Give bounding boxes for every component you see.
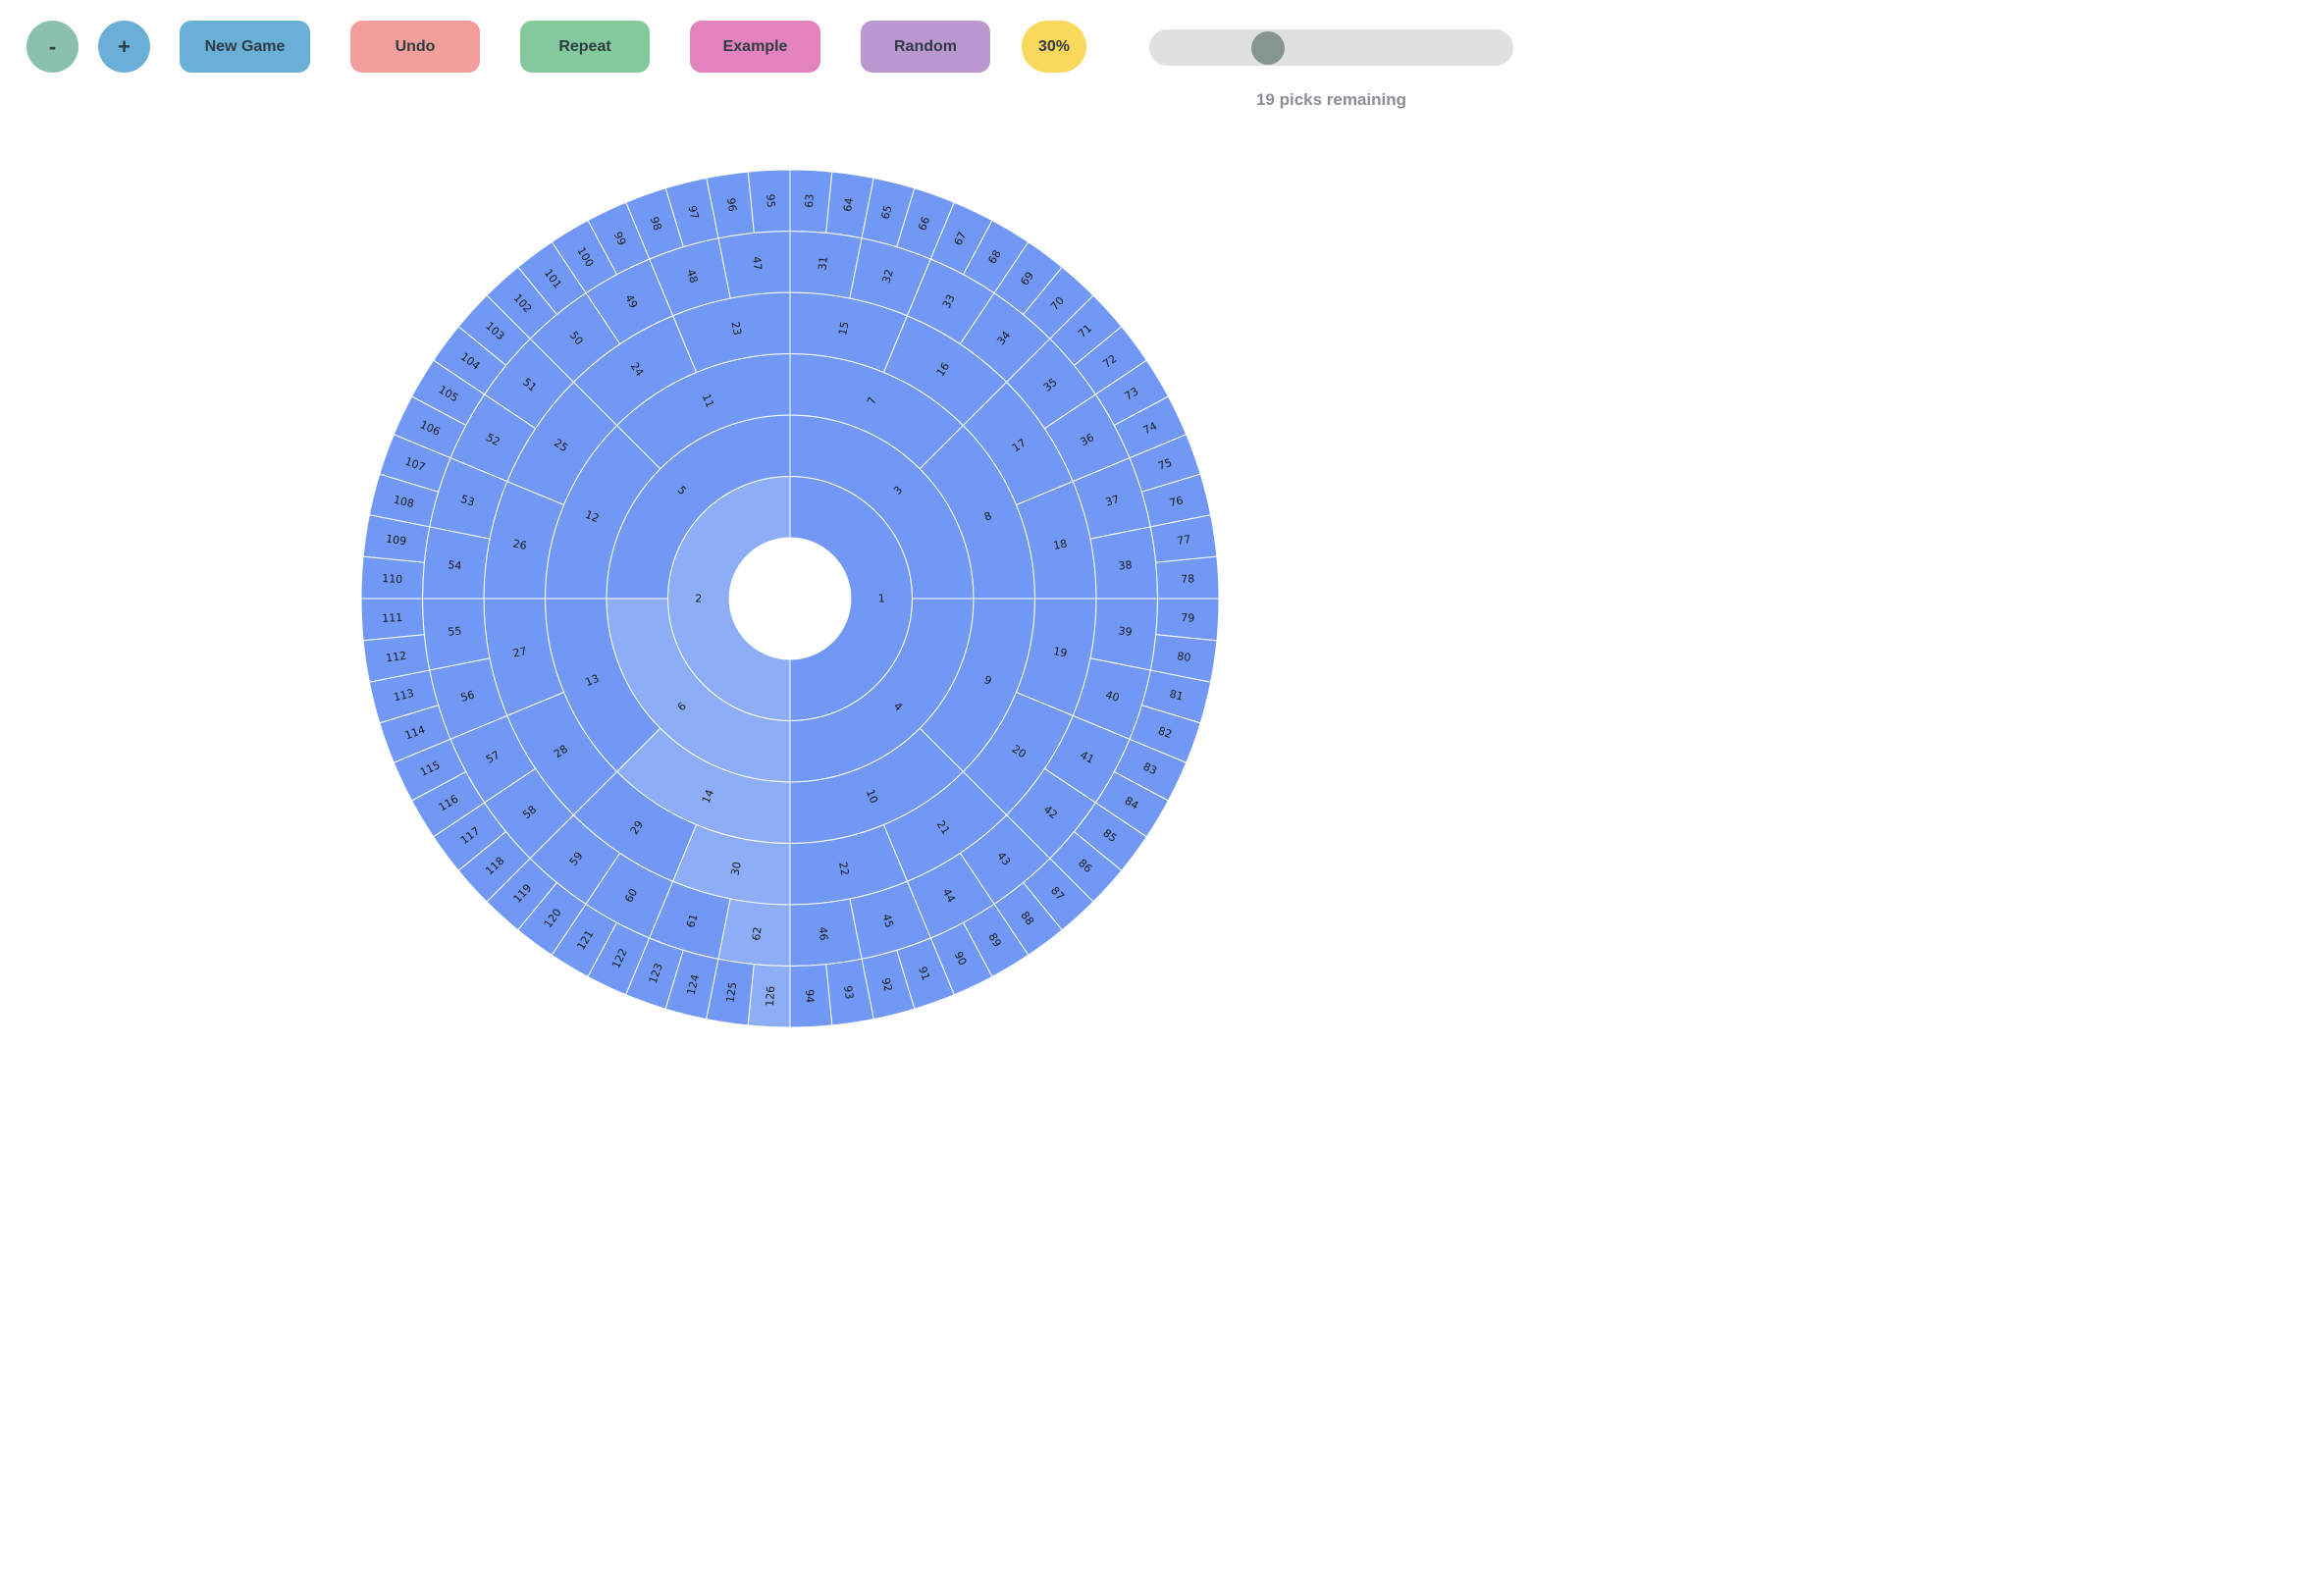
board-segment-label: 126 — [764, 985, 777, 1007]
board-segment-label: 31 — [816, 256, 829, 271]
board-segment-label: 95 — [764, 193, 777, 208]
board-segment-label: 111 — [382, 611, 403, 625]
board-segment-label: 39 — [1118, 624, 1133, 638]
board-segment-label: 94 — [803, 989, 817, 1004]
board-segment-label: 78 — [1181, 572, 1195, 586]
board-segment-label: 54 — [448, 558, 462, 572]
board-segment-label: 62 — [750, 926, 764, 941]
board-segment-label: 47 — [750, 256, 764, 271]
sunburst-board: 1234567891011121314151617181920212223242… — [360, 169, 1220, 1028]
board-segment-label: 63 — [803, 193, 817, 208]
board-segment-label: 96 — [724, 197, 739, 213]
board-segment-label: 18 — [1052, 537, 1068, 551]
board-segment-label: 26 — [512, 537, 528, 551]
board-segment-label: 2 — [695, 593, 702, 605]
board-segment-label: 23 — [728, 321, 743, 337]
board-segment-label: 64 — [841, 197, 856, 213]
board-segment-label: 38 — [1118, 558, 1133, 572]
board-segment-label: 55 — [448, 624, 462, 638]
board-segment-label: 80 — [1176, 650, 1191, 664]
board-segment-label: 22 — [836, 861, 851, 876]
board-segment-label: 93 — [841, 984, 856, 1000]
board-segment-label: 27 — [512, 645, 528, 659]
board-segment-label: 77 — [1176, 533, 1191, 548]
board-segment-label: 110 — [382, 572, 403, 586]
board-segment-label: 15 — [836, 321, 851, 337]
board-segment-label: 19 — [1052, 645, 1068, 659]
board-segment-label: 1 — [878, 593, 885, 605]
board-segment-label: 30 — [728, 861, 743, 876]
board-segment-label: 46 — [816, 926, 829, 941]
board-segment-label: 79 — [1181, 611, 1195, 625]
